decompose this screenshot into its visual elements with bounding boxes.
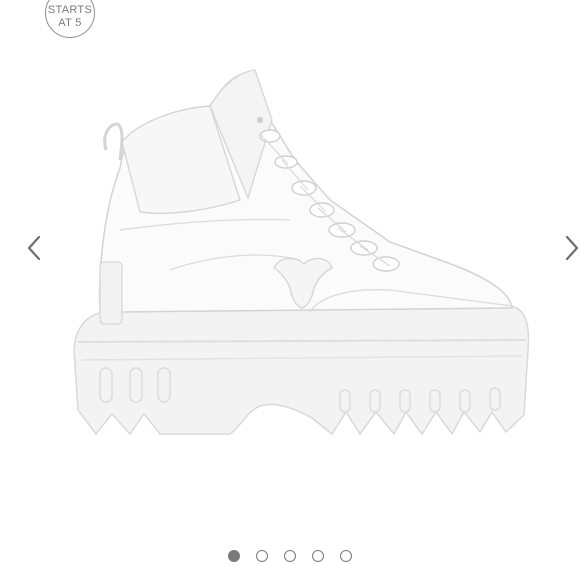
next-slide-button[interactable]: [560, 232, 580, 264]
carousel-pagination: [0, 550, 580, 566]
badge-line-1: STARTS: [47, 4, 93, 16]
badge-line-2: AT 5: [58, 17, 82, 29]
starts-at-badge: STARTS AT 5: [45, 0, 95, 38]
carousel-dot-4[interactable]: [312, 550, 324, 562]
carousel-dot-5[interactable]: [340, 550, 352, 562]
carousel-dot-3[interactable]: [284, 550, 296, 562]
product-image-white-platform-boot: [73, 69, 530, 436]
image-carousel: STARTS AT 5: [0, 0, 580, 580]
previous-slide-button[interactable]: [22, 232, 46, 264]
chevron-left-icon: [27, 235, 41, 261]
carousel-dot-2[interactable]: [256, 550, 268, 562]
carousel-dot-1[interactable]: [228, 550, 240, 562]
chevron-right-icon: [565, 235, 579, 261]
